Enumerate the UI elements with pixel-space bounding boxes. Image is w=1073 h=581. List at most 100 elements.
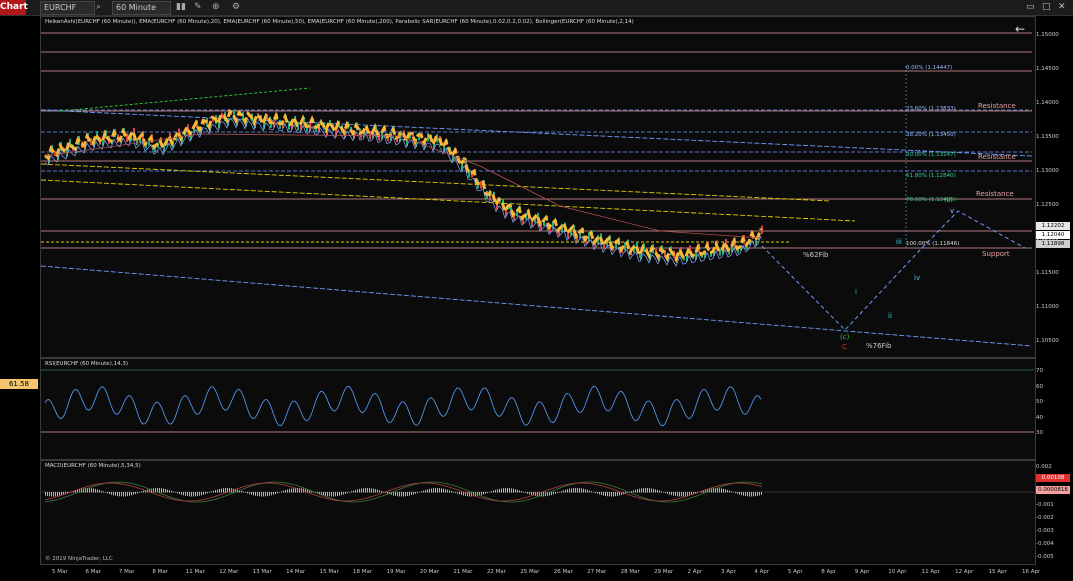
macd-bar — [761, 492, 762, 495]
macd-bar — [665, 492, 666, 494]
macd-bar — [405, 492, 406, 497]
rsi-tick: 40 — [1036, 414, 1043, 421]
instrument-selector[interactable]: EURCHF — [40, 1, 95, 15]
macd-bar — [681, 492, 682, 497]
wave-i-label: i — [855, 288, 857, 296]
macd-bar — [511, 488, 512, 493]
back-arrow-icon[interactable]: ← — [1015, 22, 1025, 36]
macd-bar — [683, 492, 684, 497]
macd-bar — [279, 492, 280, 493]
macd-bar — [341, 492, 342, 496]
macd-bar — [55, 492, 56, 497]
macd-bar — [565, 489, 566, 493]
macd-bar — [611, 492, 612, 497]
macd-bar — [427, 489, 428, 493]
fib76-label: %76Fib — [866, 342, 892, 350]
macd-bar — [727, 489, 728, 493]
macd-bar — [733, 491, 734, 493]
rsi-tick: 70 — [1036, 368, 1043, 374]
macd-bar — [285, 490, 286, 493]
macd-bar — [513, 488, 514, 493]
macd-bar — [283, 490, 284, 493]
macd-bar — [347, 492, 348, 494]
time-tick: 22 Mar — [486, 569, 506, 575]
time-tick: 5 Mar — [52, 569, 68, 575]
macd-bar — [729, 490, 730, 493]
indicator-icon[interactable]: ⚙ — [232, 1, 240, 13]
bar-type-icon[interactable]: ▮▮ — [176, 1, 186, 13]
macd-bar — [205, 492, 206, 495]
macd-bar — [717, 488, 718, 493]
macd-bar — [713, 488, 714, 493]
maximize-icon[interactable]: □ — [1042, 1, 1051, 13]
search-icon[interactable]: ⌕ — [96, 1, 101, 13]
macd-bar — [357, 489, 358, 493]
macd-bar — [659, 490, 660, 493]
chart-area[interactable]: HeikenAshi(EURCHF (60 Minute)), EMA(EURC… — [0, 16, 1073, 581]
macd-bar — [753, 492, 754, 497]
macd-bar — [337, 492, 338, 497]
macd-bar — [555, 492, 556, 494]
price-tick: 1.11000 — [1036, 304, 1059, 310]
macd-bar — [759, 492, 760, 496]
macd-bar — [53, 492, 54, 497]
macd-bar — [669, 492, 670, 495]
macd-bar — [195, 492, 196, 497]
macd-bar — [643, 488, 644, 493]
macd-bar — [517, 489, 518, 493]
macd-tick: -0.001 — [1036, 502, 1054, 509]
macd-bar — [569, 488, 570, 493]
macd-bar — [723, 488, 724, 493]
macd-bar — [485, 492, 486, 494]
macd-bar — [253, 492, 254, 496]
macd-bar — [355, 489, 356, 493]
macd-bar — [123, 492, 124, 497]
macd-bar — [433, 488, 434, 493]
zoom-icon[interactable]: ⊕ — [212, 1, 220, 13]
macd-bar — [431, 488, 432, 493]
time-tick: 27 Mar — [587, 569, 607, 575]
wave-iii-label: iii — [896, 238, 902, 246]
macd-bar — [601, 492, 602, 496]
macd-bar — [649, 488, 650, 493]
close-icon[interactable]: ✕ — [1058, 1, 1066, 13]
macd-bar — [503, 488, 504, 493]
macd-bar — [179, 492, 180, 495]
restore-icon[interactable]: ▭ — [1026, 1, 1035, 13]
price-box: 1.11898 — [1036, 240, 1070, 248]
macd-bar — [47, 492, 48, 497]
macd-bar — [125, 492, 126, 497]
macd-bar — [429, 488, 430, 493]
macd-bar — [99, 490, 100, 493]
macd-bar — [523, 491, 524, 493]
macd-bar — [261, 492, 262, 497]
macd-bar — [193, 492, 194, 497]
macd-bar — [645, 488, 646, 493]
macd-value-box: 0.0000818 — [1036, 486, 1070, 494]
macd-bar — [529, 492, 530, 495]
price-tick: 1.13000 — [1036, 168, 1059, 174]
macd-bar — [677, 492, 678, 497]
fib-label: 100.00% (1.11846) — [906, 241, 960, 247]
interval-selector[interactable]: 60 Minute — [112, 1, 171, 15]
macd-bar — [553, 492, 554, 495]
draw-icon[interactable]: ✎ — [194, 1, 202, 13]
macd-bar — [487, 492, 488, 494]
macd-bar — [557, 492, 558, 494]
time-tick: 8 Apr — [821, 569, 837, 575]
macd-bar — [671, 492, 672, 496]
macd-bar — [263, 492, 264, 497]
macd-bar — [573, 488, 574, 493]
macd-bar — [407, 492, 408, 497]
macd-bar — [457, 492, 458, 494]
chart-tab[interactable]: Chart — [0, 0, 28, 15]
macd-bar — [585, 489, 586, 493]
macd-bar — [721, 488, 722, 493]
time-tick: 21 Mar — [453, 569, 473, 575]
macd-bar — [393, 492, 394, 496]
macd-bar — [379, 490, 380, 493]
macd-bar — [527, 492, 528, 494]
macd-bar — [439, 488, 440, 493]
macd-bar — [161, 488, 162, 493]
macd-bar — [687, 492, 688, 496]
